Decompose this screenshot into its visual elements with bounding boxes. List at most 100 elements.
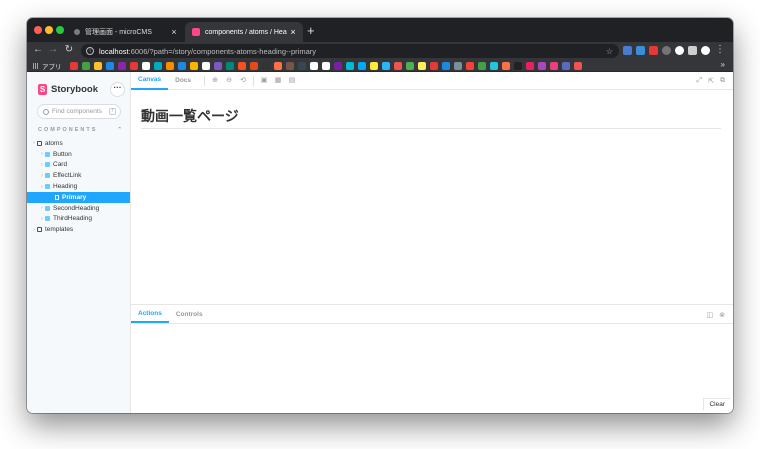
bookmark-icon[interactable] <box>394 62 402 70</box>
bookmark-icon[interactable] <box>106 62 114 70</box>
bookmark-icon[interactable] <box>94 62 102 70</box>
bookmark-icon[interactable] <box>166 62 174 70</box>
bookmark-icon[interactable] <box>190 62 198 70</box>
bookmark-icon[interactable] <box>142 62 150 70</box>
bookmark-icon[interactable] <box>286 62 294 70</box>
tree-item-thirdheading[interactable]: › ThirdHeading <box>27 214 131 225</box>
storybook-logo[interactable]: S Storybook <box>38 84 98 95</box>
clear-button[interactable]: Clear <box>703 398 730 410</box>
open-new-tab-icon[interactable]: ⇱ <box>708 77 714 85</box>
viewport-icon[interactable]: ▤ <box>288 77 296 85</box>
bookmark-star-icon[interactable]: ☆ <box>606 47 613 56</box>
bookmark-icon[interactable] <box>322 62 330 70</box>
bookmark-icon[interactable] <box>550 62 558 70</box>
bookmark-icon[interactable] <box>406 62 414 70</box>
bookmark-icon[interactable] <box>418 62 426 70</box>
browser-menu-icon[interactable]: ⋮ <box>715 44 725 55</box>
back-icon[interactable]: ← <box>32 44 44 55</box>
tab-canvas[interactable]: Canvas <box>131 72 169 90</box>
tree-item-button[interactable]: › Button <box>27 149 131 160</box>
close-tab-icon[interactable]: × <box>168 27 180 37</box>
extension-icon[interactable] <box>675 46 684 55</box>
bookmark-icon[interactable] <box>526 62 534 70</box>
bookmark-icon[interactable] <box>154 62 162 70</box>
minimize-window-button[interactable] <box>45 26 53 34</box>
search-input[interactable]: Find components / <box>38 105 120 118</box>
tab-controls[interactable]: Controls <box>169 305 210 323</box>
bookmark-icon[interactable] <box>70 62 78 70</box>
bookmark-icon[interactable] <box>262 62 270 70</box>
storybook-icon <box>192 28 200 36</box>
bookmark-icon[interactable] <box>202 62 210 70</box>
tab-docs[interactable]: Docs <box>168 72 198 90</box>
zoom-in-icon[interactable]: ⊕ <box>211 77 219 85</box>
tree-item-primary[interactable]: Primary <box>27 191 131 203</box>
bookmark-icon[interactable] <box>346 62 354 70</box>
tree-item-heading[interactable]: › Heading <box>27 181 131 192</box>
new-tab-button[interactable]: + <box>307 23 315 38</box>
bookmark-icon[interactable] <box>250 62 258 70</box>
maximize-window-button[interactable] <box>56 26 64 34</box>
close-tab-icon[interactable]: × <box>287 27 299 37</box>
bookmark-icon[interactable] <box>454 62 462 70</box>
bookmark-icon[interactable] <box>130 62 138 70</box>
bookmark-icon[interactable] <box>226 62 234 70</box>
collapse-icon[interactable]: ⌃ <box>117 127 122 133</box>
bookmark-icon[interactable] <box>82 62 90 70</box>
extension-icon[interactable] <box>623 46 632 55</box>
tree-item-label: templates <box>45 226 74 234</box>
components-section-header[interactable]: COMPONENTS ⌃ <box>38 127 122 133</box>
more-bookmarks-icon[interactable]: » <box>721 60 725 69</box>
bookmark-icon[interactable] <box>574 62 582 70</box>
tree-item-secondheading[interactable]: › SecondHeading <box>27 203 131 214</box>
bookmark-icon[interactable] <box>274 62 282 70</box>
tab-actions[interactable]: Actions <box>131 305 169 323</box>
bookmark-icon[interactable] <box>490 62 498 70</box>
bookmark-icon[interactable] <box>514 62 522 70</box>
profile-avatar[interactable] <box>701 46 710 55</box>
bookmark-icon[interactable] <box>334 62 342 70</box>
zoom-out-icon[interactable]: ⊖ <box>225 77 233 85</box>
fullscreen-icon[interactable]: ⤢ <box>697 77 703 85</box>
bookmark-icon[interactable] <box>214 62 222 70</box>
forward-icon[interactable]: → <box>47 44 59 55</box>
bookmark-icon[interactable] <box>430 62 438 70</box>
bookmark-icon[interactable] <box>538 62 546 70</box>
tree-item-effectlink[interactable]: › EffectLink <box>27 170 131 181</box>
bookmark-icon[interactable] <box>466 62 474 70</box>
zoom-reset-icon[interactable]: ⟲ <box>239 77 247 85</box>
bookmark-icon[interactable] <box>562 62 570 70</box>
extension-icon[interactable] <box>649 46 658 55</box>
bookmark-icons <box>70 62 582 70</box>
puzzle-icon[interactable] <box>688 46 697 55</box>
bookmark-icon[interactable] <box>370 62 378 70</box>
copy-link-icon[interactable]: ⧉ <box>720 77 725 85</box>
bookmark-icon[interactable] <box>442 62 450 70</box>
bookmark-icon[interactable] <box>238 62 246 70</box>
reload-icon[interactable]: ↻ <box>63 44 75 55</box>
tree-item-atoms[interactable]: › atoms <box>27 138 131 149</box>
extension-icon[interactable] <box>662 46 671 55</box>
bookmark-icon[interactable] <box>118 62 126 70</box>
sidebar-menu-button[interactable]: ··· <box>111 83 124 96</box>
background-icon[interactable]: ▣ <box>260 77 268 85</box>
address-bar[interactable]: i localhost :6006/?path=/story/component… <box>81 44 619 58</box>
browser-tab-microcms[interactable]: 管理画面 - microCMS × <box>67 22 184 42</box>
bookmark-icon[interactable] <box>478 62 486 70</box>
close-window-button[interactable] <box>34 26 42 34</box>
tree-item-templates[interactable]: › templates <box>27 224 131 235</box>
panel-orientation-icon[interactable]: ◫ <box>707 311 714 319</box>
bookmark-icon[interactable] <box>298 62 306 70</box>
bookmark-icon[interactable] <box>310 62 318 70</box>
bookmark-icon[interactable] <box>178 62 186 70</box>
close-panel-icon[interactable]: ⊗ <box>719 311 725 319</box>
tree-item-card[interactable]: › Card <box>27 160 131 171</box>
bookmark-icon[interactable] <box>502 62 510 70</box>
grid-icon[interactable]: ▦ <box>274 77 282 85</box>
bookmark-icon[interactable] <box>382 62 390 70</box>
info-icon[interactable]: i <box>86 47 94 55</box>
bookmark-icon[interactable] <box>358 62 366 70</box>
bookmark-apps[interactable]: アプリ <box>33 61 62 71</box>
extension-icon[interactable] <box>636 46 645 55</box>
browser-tab-storybook[interactable]: components / atoms / Heading × <box>185 22 303 42</box>
